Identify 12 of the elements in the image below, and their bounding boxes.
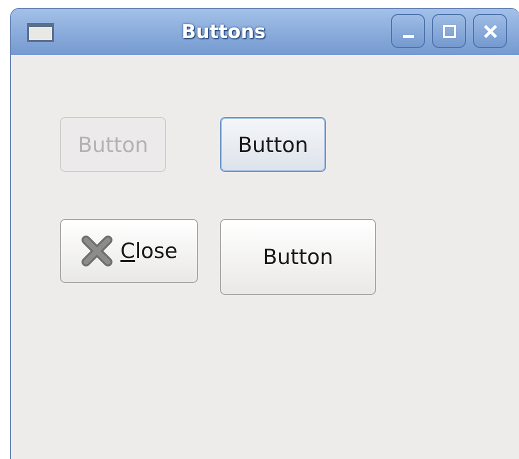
minimize-icon — [402, 34, 414, 38]
push-button[interactable]: Button — [220, 117, 326, 172]
close-button[interactable] — [473, 14, 507, 48]
close-button[interactable]: Close — [60, 219, 198, 283]
minimize-button[interactable] — [391, 14, 425, 48]
cross-icon — [80, 234, 114, 268]
maximize-icon — [442, 24, 456, 38]
window-title: Buttons — [180, 21, 267, 43]
close-icon — [484, 24, 496, 38]
maximize-button[interactable] — [432, 14, 466, 48]
window-icon — [27, 22, 54, 42]
push-button[interactable]: Button — [220, 219, 376, 295]
